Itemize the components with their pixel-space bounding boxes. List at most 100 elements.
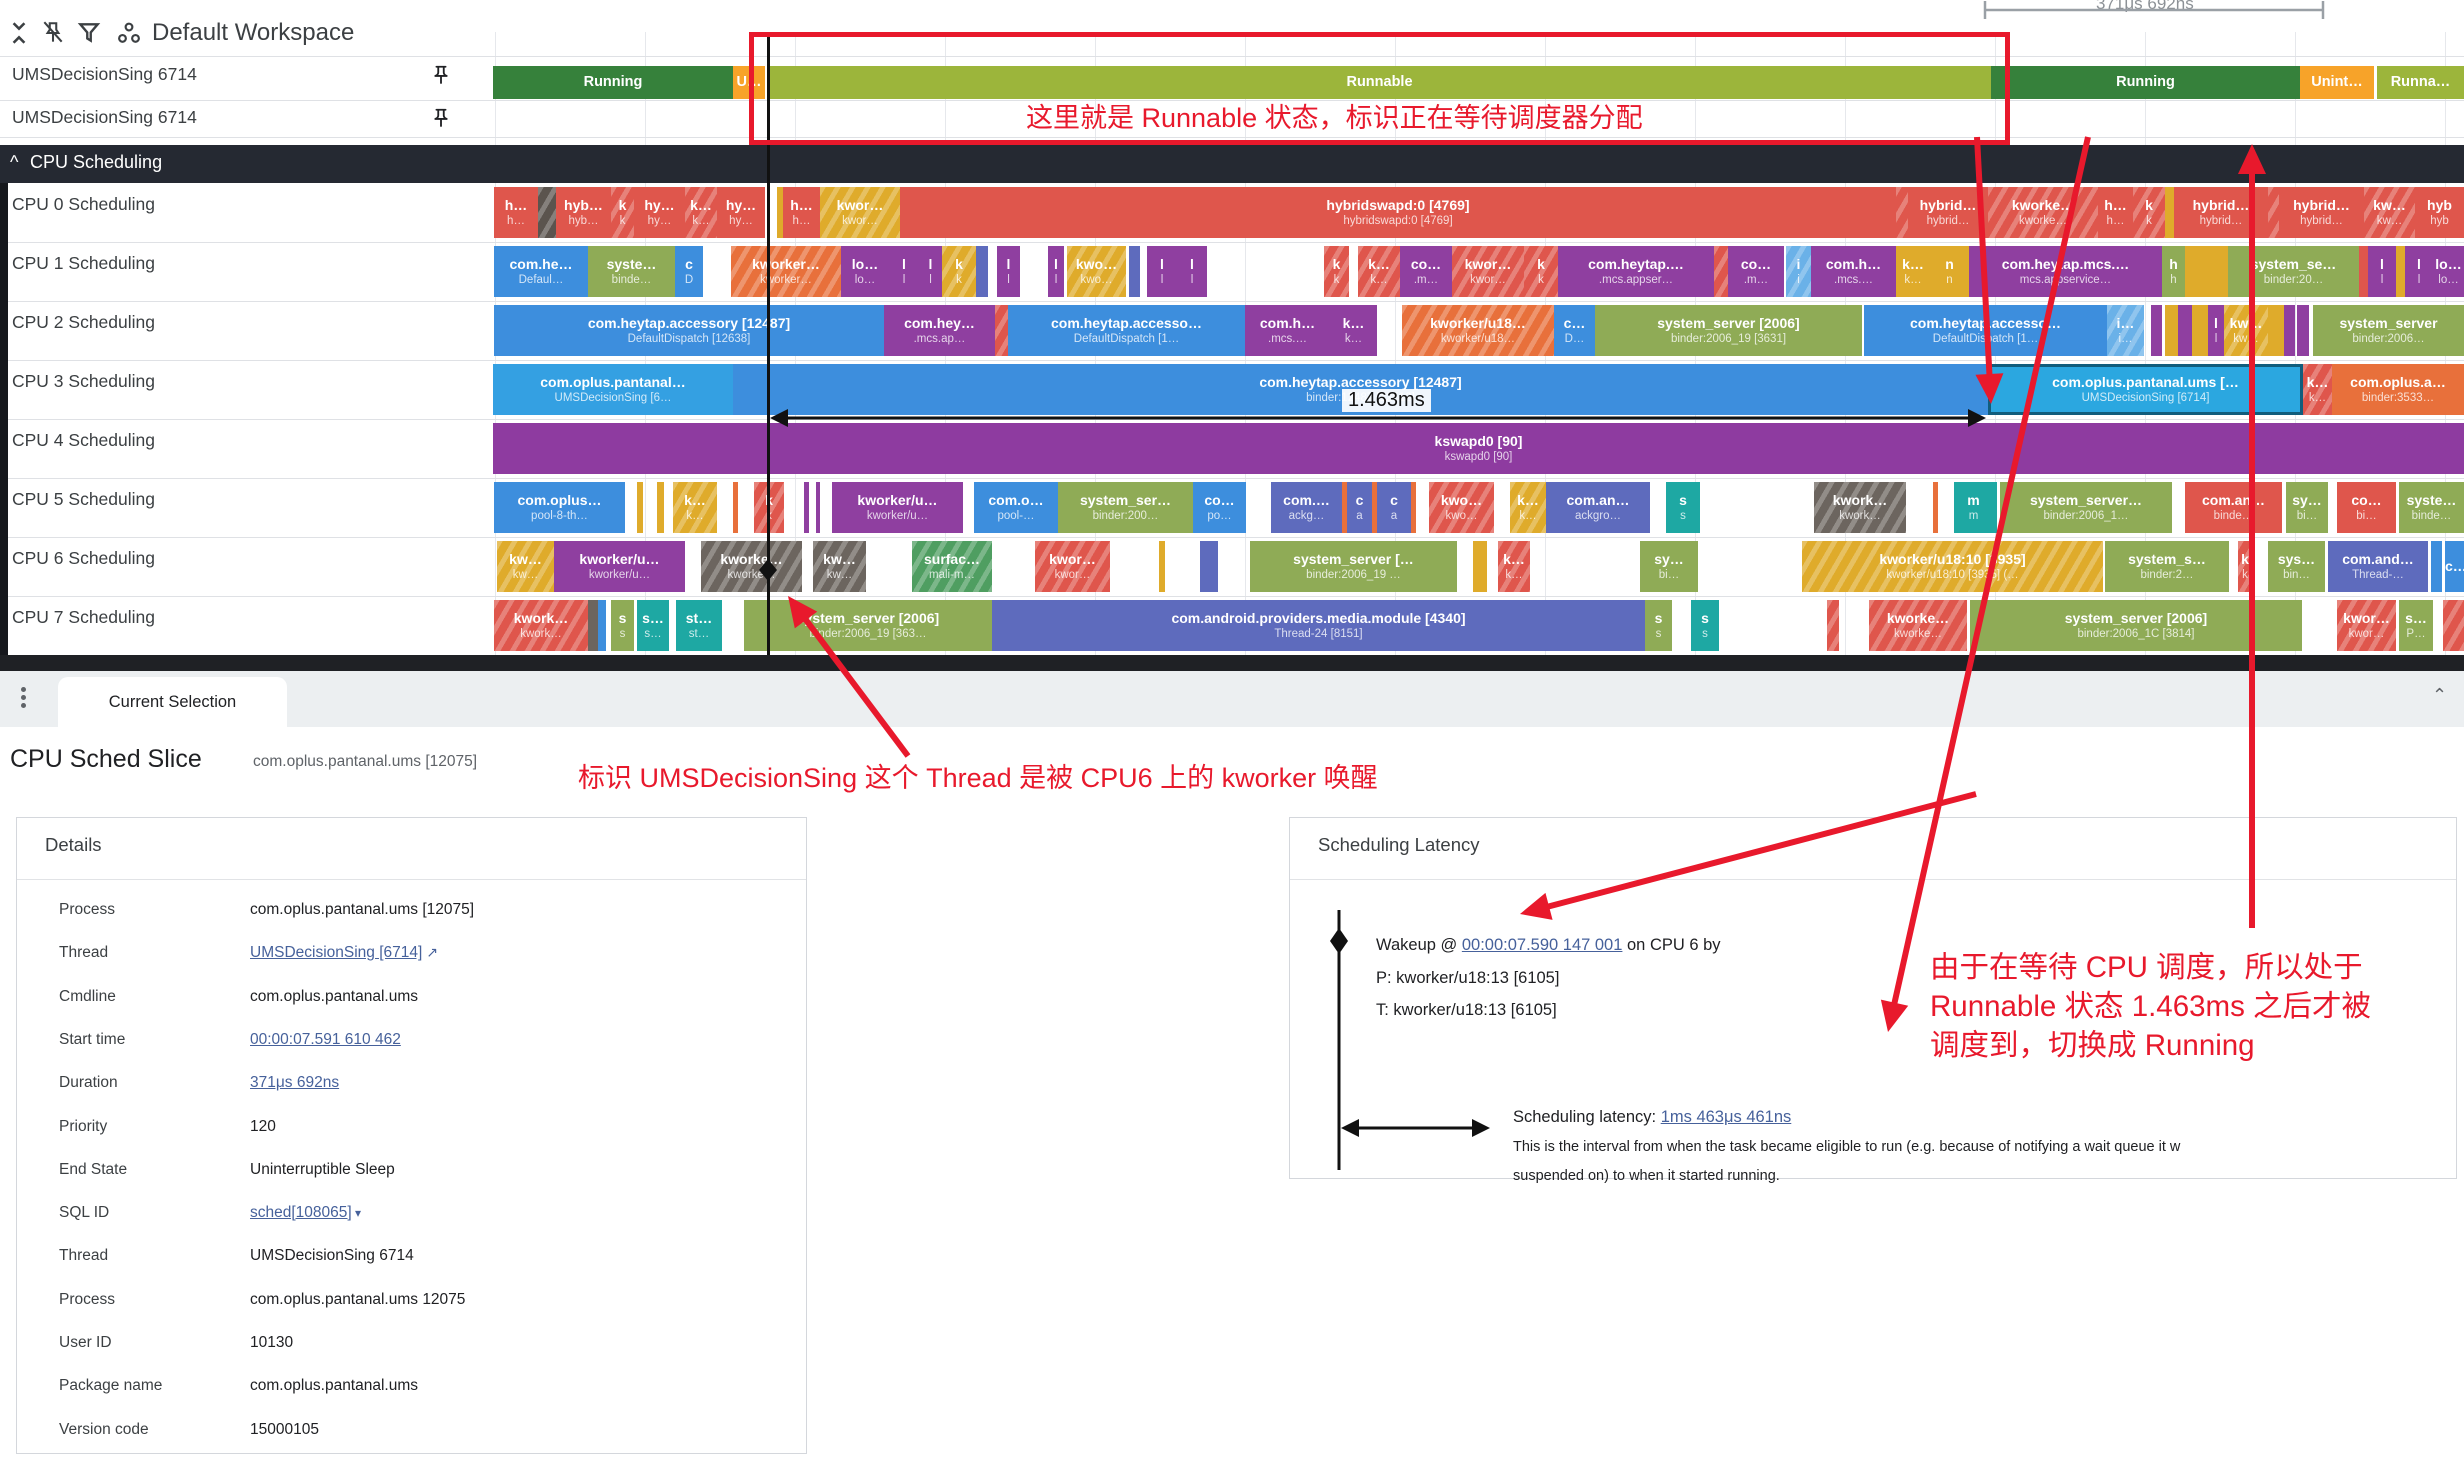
- pin-icon[interactable]: [430, 106, 452, 130]
- sched-slice[interactable]: kworke…kworke…: [1869, 600, 1967, 651]
- dropdown-caret-icon[interactable]: ▾: [352, 1206, 361, 1220]
- sched-slice[interactable]: [1129, 246, 1140, 297]
- sched-slice[interactable]: hybrid…hybrid…: [2174, 187, 2268, 238]
- sched-slice[interactable]: [2359, 246, 2368, 297]
- thread-state-slice[interactable]: Running: [493, 66, 733, 99]
- sched-slice[interactable]: [598, 600, 606, 651]
- sched-slice[interactable]: [2151, 305, 2162, 356]
- sched-slice[interactable]: system_server [2006]binder:2006_19 [3631…: [1595, 305, 1862, 356]
- sched-slice[interactable]: system_s…binder:2…: [2105, 541, 2229, 592]
- sched-slice[interactable]: hy…hy…: [717, 187, 765, 238]
- sched-slice[interactable]: kwor…kwor…: [1452, 246, 1524, 297]
- sched-slice[interactable]: kworker/u18:10 [3935]kworker/u18:10 [393…: [1802, 541, 2103, 592]
- sched-slice[interactable]: co….m…: [1400, 246, 1452, 297]
- sched-slice[interactable]: kw…kw…: [813, 541, 866, 592]
- sched-slice[interactable]: h…h…: [783, 187, 820, 238]
- sched-slice[interactable]: ll: [2208, 305, 2224, 356]
- sched-slice[interactable]: [2431, 541, 2442, 592]
- sched-slice[interactable]: system_ser…binder:200…: [1058, 482, 1193, 533]
- sched-slice[interactable]: com.oplus.a…binder:3533…: [2332, 364, 2464, 415]
- sched-slice[interactable]: com.heytap.mcs.…mcs.appservice…: [1969, 246, 2162, 297]
- sched-slice[interactable]: ss: [1691, 600, 1719, 651]
- sched-slice[interactable]: [2284, 305, 2295, 356]
- sched-slice[interactable]: com.hey….mcs.ap…: [884, 305, 995, 356]
- horizontal-scrollbar[interactable]: [0, 655, 2464, 671]
- kebab-menu-icon[interactable]: [14, 684, 32, 714]
- sched-slice[interactable]: ss: [611, 600, 634, 651]
- track-group-cpu-scheduling[interactable]: ^ CPU Scheduling: [0, 145, 2464, 183]
- sched-slice[interactable]: syste…binde…: [588, 246, 675, 297]
- sched-slice[interactable]: co…po…: [1193, 482, 1246, 533]
- sched-slice[interactable]: com.h….mcs.…: [1811, 246, 1896, 297]
- sched-slice[interactable]: kk: [611, 187, 634, 238]
- sched-slice[interactable]: hybridswapd:0 [4769]hybridswapd:0 [4769]: [900, 187, 1896, 238]
- sched-slice[interactable]: hyb…hyb…: [556, 187, 611, 238]
- sched-slice[interactable]: kw…kw…: [2224, 305, 2268, 356]
- thread-state-slice[interactable]: Runna…: [2377, 66, 2464, 99]
- sched-slice[interactable]: k…k…: [1358, 246, 1400, 297]
- sched-slice[interactable]: i…i…: [2107, 305, 2144, 356]
- sched-slice[interactable]: kwor…kwor…: [820, 187, 900, 238]
- sched-slice[interactable]: k…k…: [1510, 482, 1546, 533]
- filter-icon[interactable]: [76, 20, 102, 46]
- collapse-icon[interactable]: [6, 20, 32, 46]
- details-value-link[interactable]: sched[108065]: [250, 1204, 352, 1221]
- sched-slice[interactable]: k…k…: [1498, 541, 1530, 592]
- sched-slice[interactable]: [1827, 600, 1839, 651]
- sched-slice[interactable]: com.heytap.accesso…DefaultDispatch [1…: [1864, 305, 2107, 356]
- sched-slice[interactable]: surfac…mali-m…: [912, 541, 992, 592]
- sched-slice[interactable]: [2268, 187, 2279, 238]
- latency-value-link[interactable]: 1ms 463μs 461ns: [1661, 1108, 1792, 1126]
- sched-slice[interactable]: ii: [1786, 246, 1811, 297]
- sched-slice[interactable]: com.he…Defaul…: [494, 246, 588, 297]
- sched-slice[interactable]: ll: [919, 246, 942, 297]
- tab-current-selection[interactable]: Current Selection: [58, 677, 287, 727]
- sched-slice[interactable]: [1411, 482, 1416, 533]
- sched-slice[interactable]: ca: [1377, 482, 1411, 533]
- sched-slice[interactable]: sy…bi…: [1640, 541, 1698, 592]
- sched-slice[interactable]: kk: [1524, 246, 1558, 297]
- sched-slice[interactable]: k…k…: [1896, 246, 1930, 297]
- sched-slice[interactable]: kw…kw…: [2364, 187, 2415, 238]
- sched-slice[interactable]: [1473, 541, 1487, 592]
- sched-slice[interactable]: ll: [889, 246, 919, 297]
- track-label[interactable]: CPU 2 Scheduling: [12, 312, 155, 333]
- track-label[interactable]: CPU 5 Scheduling: [12, 489, 155, 510]
- sched-slice[interactable]: [2297, 305, 2309, 356]
- sched-slice[interactable]: com.o…pool-…: [974, 482, 1058, 533]
- sched-slice[interactable]: kworke…kworke…: [1988, 187, 2098, 238]
- sched-slice[interactable]: kk: [942, 246, 976, 297]
- details-value-link[interactable]: UMSDecisionSing [6714]: [250, 944, 422, 961]
- sched-slice[interactable]: [976, 246, 988, 297]
- sched-slice[interactable]: com.oplus…pool-8-th…: [494, 482, 625, 533]
- sched-slice[interactable]: ll: [997, 246, 1020, 297]
- sched-slice[interactable]: [1714, 246, 1728, 297]
- sched-slice[interactable]: h…h…: [2098, 187, 2133, 238]
- sched-slice[interactable]: k…k…: [2303, 364, 2332, 415]
- sched-slice[interactable]: com.oplus.pantanal…UMSDecisionSing [6…: [493, 364, 733, 415]
- collapse-chevron-icon[interactable]: ^: [10, 152, 18, 173]
- sched-slice[interactable]: [2192, 305, 2208, 356]
- sched-slice[interactable]: kworke…kworke…: [701, 541, 802, 592]
- sched-slice[interactable]: kk: [2133, 187, 2165, 238]
- chevron-up-icon[interactable]: ⌃: [2432, 685, 2447, 706]
- sched-slice[interactable]: sy…bi…: [2286, 482, 2328, 533]
- external-link-icon[interactable]: ↗: [422, 944, 438, 960]
- sched-slice[interactable]: s…P…: [2399, 600, 2433, 651]
- sched-slice[interactable]: [2268, 305, 2284, 356]
- sched-slice[interactable]: [1933, 482, 1938, 533]
- sched-slice[interactable]: [2165, 305, 2178, 356]
- sched-slice[interactable]: st…st…: [676, 600, 722, 651]
- sched-slice[interactable]: cD: [675, 246, 703, 297]
- sched-slice[interactable]: system_server […binder:2006_19 …: [1250, 541, 1457, 592]
- sched-slice[interactable]: c…: [2445, 541, 2464, 592]
- sched-slice[interactable]: k…k…: [685, 187, 717, 238]
- sched-slice[interactable]: kk: [2238, 541, 2252, 592]
- pin-off-icon[interactable]: [40, 20, 66, 46]
- sched-slice[interactable]: kworker/u…kworker/u…: [832, 482, 963, 533]
- sched-slice[interactable]: com.an…binde…: [2185, 482, 2282, 533]
- sched-slice[interactable]: sys…bin…: [2268, 541, 2325, 592]
- sched-slice[interactable]: com.an…ackgro…: [1546, 482, 1650, 533]
- track-label[interactable]: UMSDecisionSing 6714: [12, 107, 197, 128]
- sched-slice[interactable]: [2396, 246, 2405, 297]
